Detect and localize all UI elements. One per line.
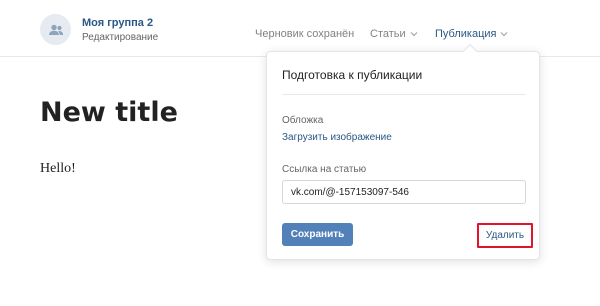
cover-label: Обложка xyxy=(282,115,324,126)
divider xyxy=(282,94,526,95)
article-link-input[interactable] xyxy=(282,180,526,204)
popup-title: Подготовка к публикации xyxy=(282,68,423,82)
publish-menu-label: Публикация xyxy=(435,28,497,40)
article-body[interactable]: Hello! xyxy=(40,161,76,177)
group-subtitle: Редактирование xyxy=(82,32,159,43)
draft-status: Черновик сохранён xyxy=(255,28,355,40)
article-link-label: Ссылка на статью xyxy=(282,164,367,175)
publish-popup: Подготовка к публикации Обложка Загрузит… xyxy=(266,43,540,260)
article-editor-page: Моя группа 2 Редактирование Черновик сох… xyxy=(0,0,600,306)
articles-menu[interactable]: Статьи xyxy=(370,28,418,40)
group-name[interactable]: Моя группа 2 xyxy=(82,17,153,29)
upload-cover-link[interactable]: Загрузить изображение xyxy=(282,132,392,143)
chevron-down-icon xyxy=(501,32,508,37)
chevron-down-icon xyxy=(410,32,418,37)
article-title[interactable]: New title xyxy=(40,97,178,128)
editor-header: Моя группа 2 Редактирование Черновик сох… xyxy=(0,0,600,57)
group-icon xyxy=(48,24,63,35)
publish-menu[interactable]: Публикация xyxy=(435,28,508,40)
avatar[interactable] xyxy=(40,14,71,45)
articles-menu-label: Статьи xyxy=(370,28,406,40)
delete-button[interactable]: Удалить xyxy=(477,223,533,248)
save-button[interactable]: Сохранить xyxy=(282,223,353,246)
